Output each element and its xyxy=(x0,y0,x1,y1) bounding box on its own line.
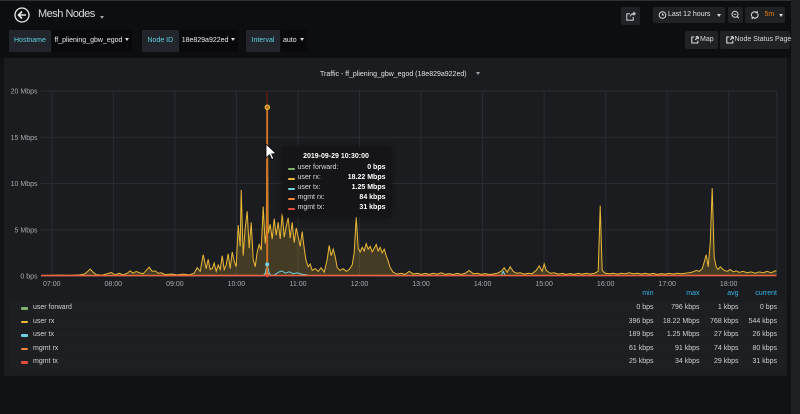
svg-text:20 Mbps: 20 Mbps xyxy=(11,89,38,96)
svg-text:17:00: 17:00 xyxy=(658,281,676,288)
svg-text:10:00: 10:00 xyxy=(228,281,246,288)
svg-text:16:00: 16:00 xyxy=(597,281,615,288)
svg-text:5 Mbps: 5 Mbps xyxy=(15,227,38,234)
svg-text:0 bps: 0 bps xyxy=(20,274,38,281)
svg-text:18:00: 18:00 xyxy=(720,281,738,288)
svg-text:15:00: 15:00 xyxy=(535,281,553,288)
svg-text:09:00: 09:00 xyxy=(166,281,184,288)
svg-text:14:00: 14:00 xyxy=(474,281,492,288)
svg-text:11:00: 11:00 xyxy=(290,281,307,288)
svg-text:15 Mbps: 15 Mbps xyxy=(11,135,38,142)
svg-text:08:00: 08:00 xyxy=(105,281,123,288)
svg-text:07:00: 07:00 xyxy=(43,281,61,288)
svg-text:10 Mbps: 10 Mbps xyxy=(11,181,38,188)
svg-text:13:00: 13:00 xyxy=(412,281,430,288)
svg-text:12:00: 12:00 xyxy=(351,281,369,288)
